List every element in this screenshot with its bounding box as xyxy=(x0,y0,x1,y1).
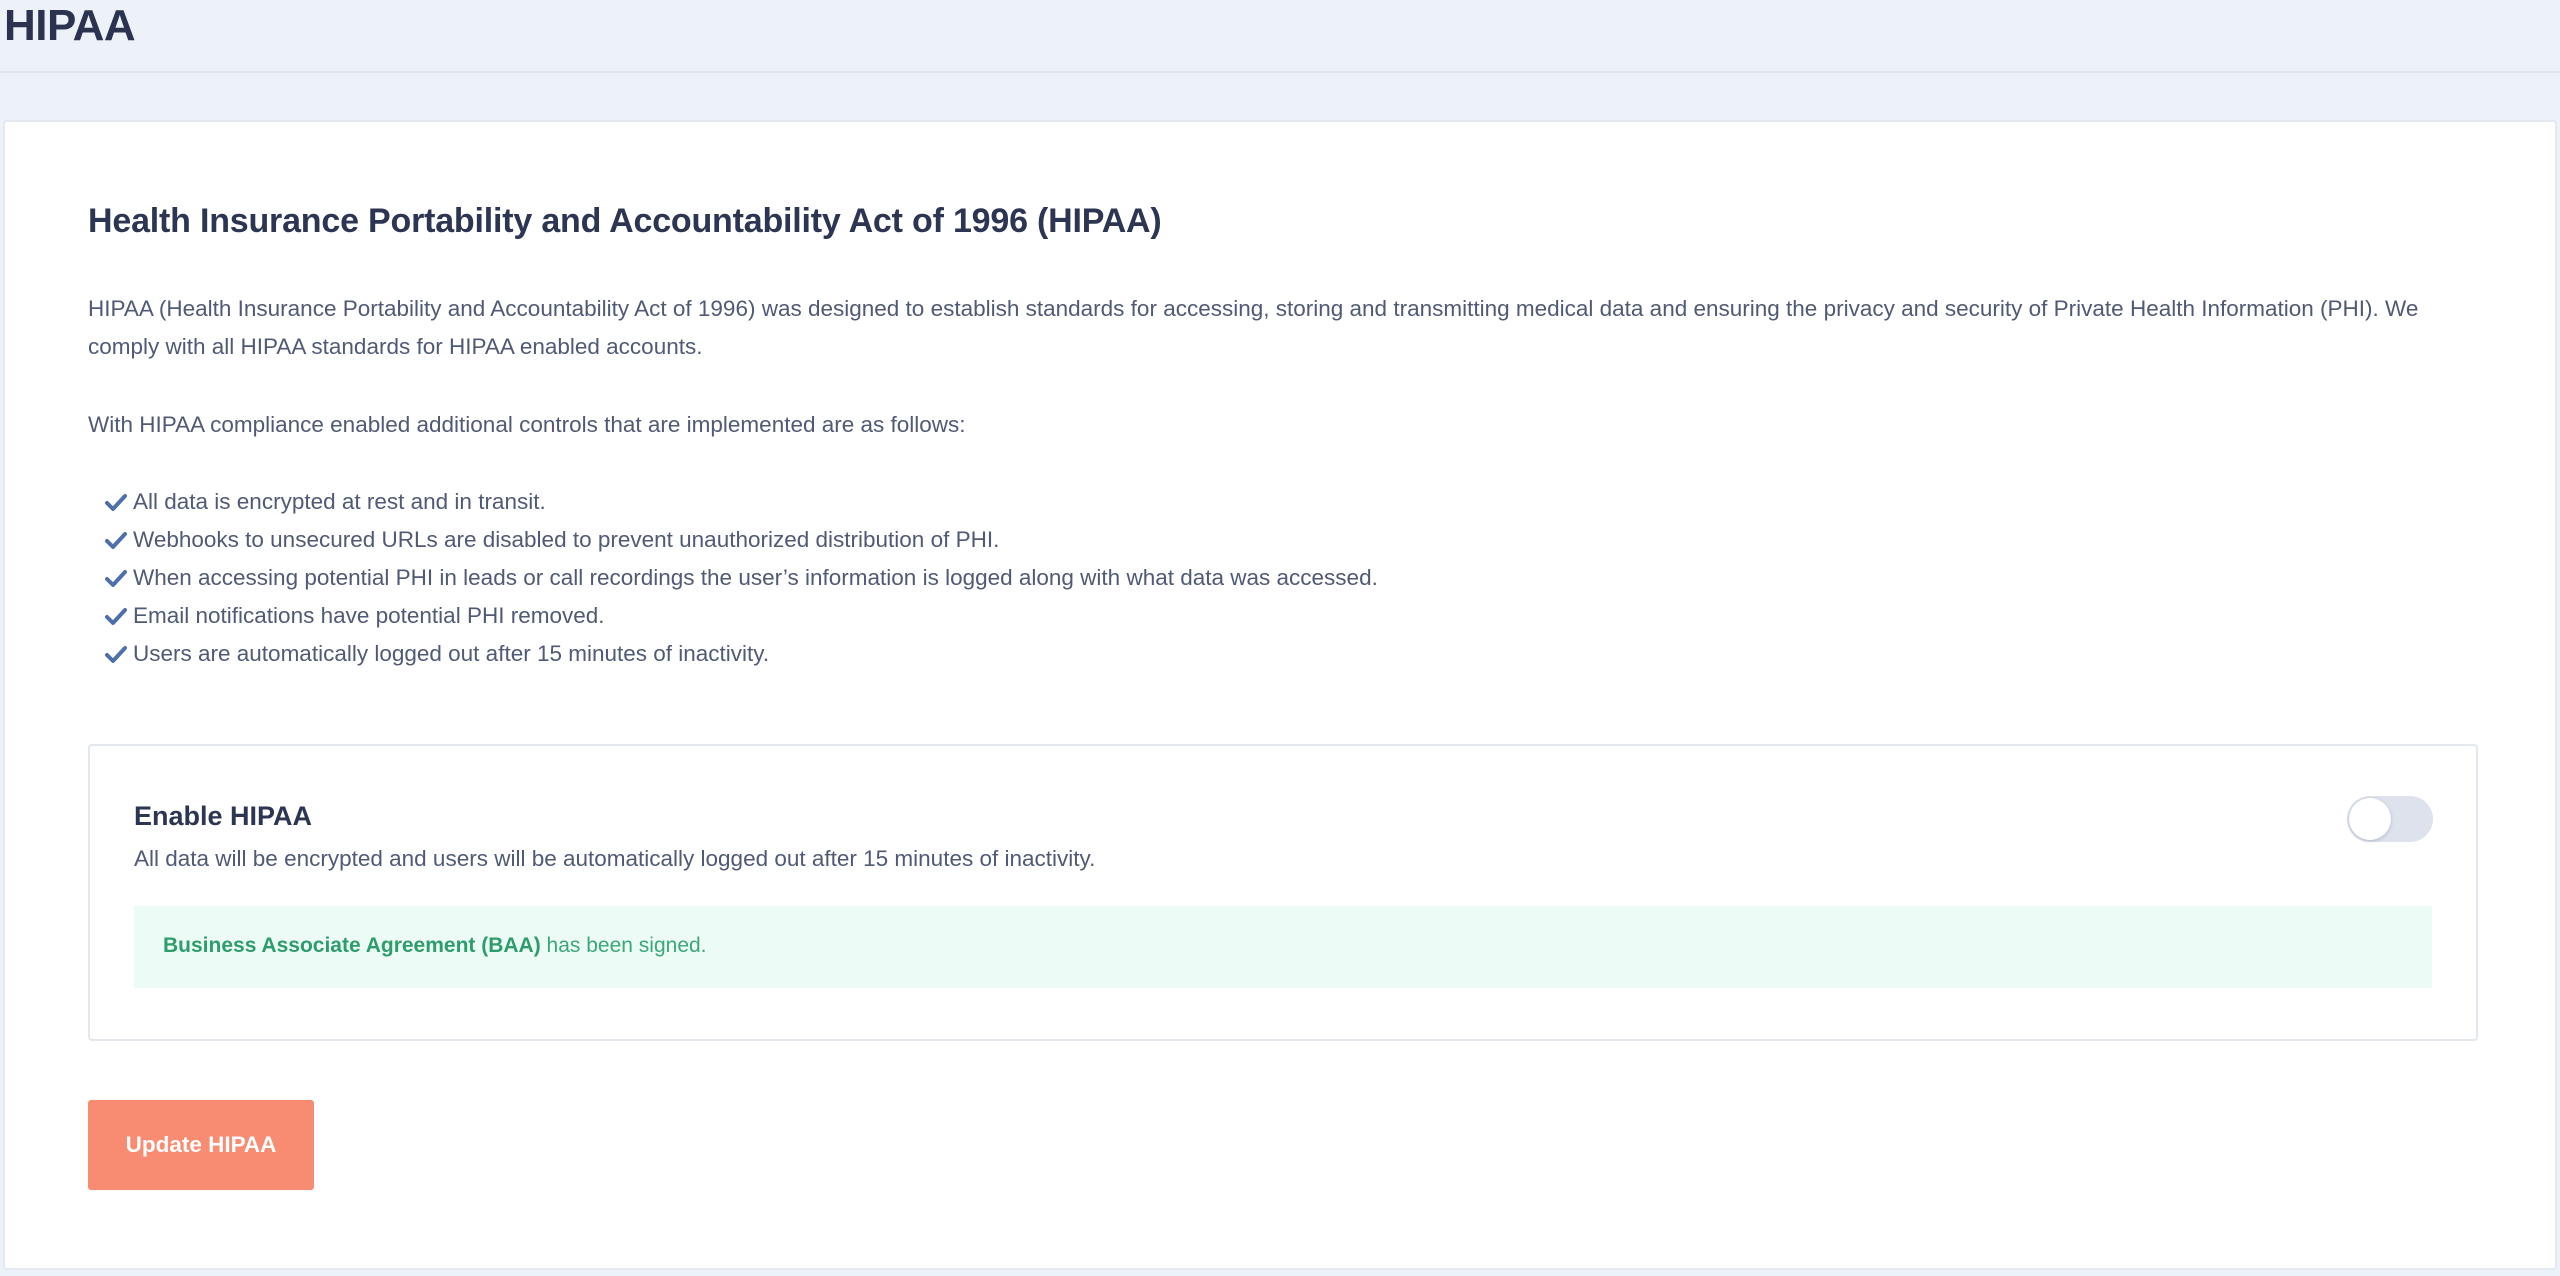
list-item: Users are automatically logged out after… xyxy=(105,635,1378,673)
list-item: When accessing potential PHI in leads or… xyxy=(105,559,1378,597)
controls-intro: With HIPAA compliance enabled additional… xyxy=(88,412,966,437)
baa-status-alert: Business Associate Agreement (BAA) has b… xyxy=(134,906,2432,988)
list-item: Webhooks to unsecured URLs are disabled … xyxy=(105,521,1378,559)
baa-status-suffix: has been signed. xyxy=(540,934,707,957)
hipaa-card: Health Insurance Portability and Account… xyxy=(3,120,2557,1270)
list-item-text: Email notifications have potential PHI r… xyxy=(133,603,605,628)
check-icon xyxy=(105,570,127,587)
controls-list: All data is encrypted at rest and in tra… xyxy=(105,483,1378,673)
toggle-knob xyxy=(2349,798,2391,840)
list-item-text: All data is encrypted at rest and in tra… xyxy=(133,489,546,514)
enable-hipaa-description: All data will be encrypted and users wil… xyxy=(134,846,1096,871)
page-title: HIPAA xyxy=(4,1,136,50)
baa-status-text: Business Associate Agreement (BAA) has b… xyxy=(163,930,707,962)
section-heading: Health Insurance Portability and Account… xyxy=(88,202,1162,240)
intro-paragraph: HIPAA (Health Insurance Portability and … xyxy=(88,296,2419,359)
enable-hipaa-panel: Enable HIPAA All data will be encrypted … xyxy=(88,744,2478,1041)
update-hipaa-button[interactable]: Update HIPAA xyxy=(88,1100,314,1190)
list-item-text: Users are automatically logged out after… xyxy=(133,641,770,666)
page-header: HIPAA xyxy=(0,0,2560,73)
list-item: All data is encrypted at rest and in tra… xyxy=(105,483,1378,521)
list-item: Email notifications have potential PHI r… xyxy=(105,597,1378,635)
list-item-text: When accessing potential PHI in leads or… xyxy=(133,565,1378,590)
enable-hipaa-toggle[interactable] xyxy=(2347,796,2433,842)
enable-hipaa-title: Enable HIPAA xyxy=(134,801,313,831)
check-icon xyxy=(105,494,127,511)
baa-name: Business Associate Agreement (BAA) xyxy=(163,934,541,957)
check-icon xyxy=(105,532,127,549)
check-icon xyxy=(105,608,127,625)
list-item-text: Webhooks to unsecured URLs are disabled … xyxy=(133,527,1000,552)
check-icon xyxy=(105,646,127,663)
